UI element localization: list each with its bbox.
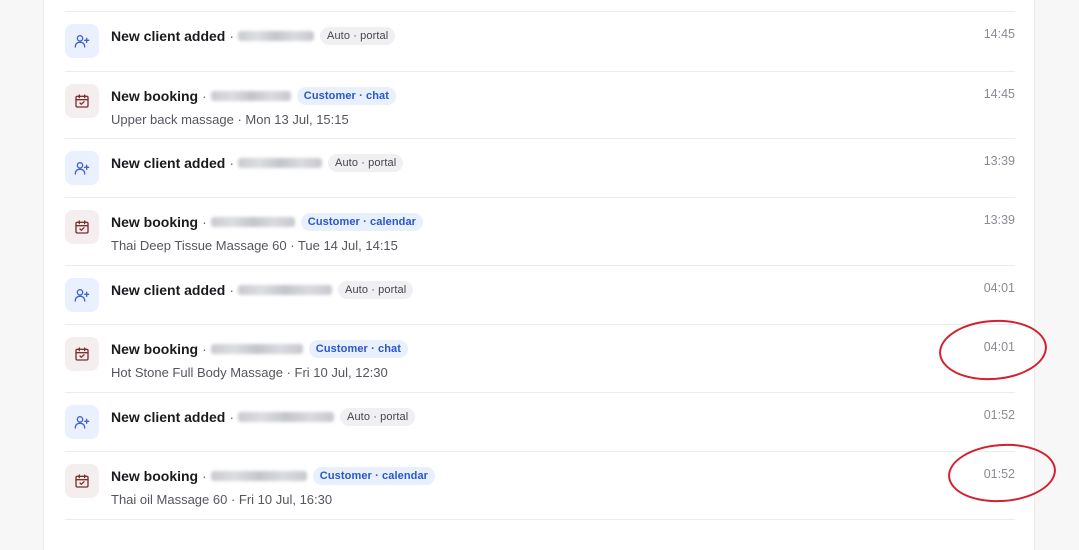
activity-item-client[interactable]: New client added · Auto · portal 01:52 [65,393,1015,451]
user-plus-icon [65,278,99,312]
activity-item-client[interactable]: New client added · Auto · portal 13:39 [65,139,1015,197]
event-title: New booking [111,341,199,357]
activity-item-booking[interactable]: New booking · Customer · calendar Thai o… [65,452,1015,519]
calendar-check-icon [65,464,99,498]
source-badge: Customer · calendar [312,467,436,485]
separator: · [202,341,207,357]
booking-detail: Upper back massage · Mon 13 Jul, 15:15 [111,112,349,127]
activity-item-booking[interactable]: New booking · Customer · chat Hot Stone … [65,325,1015,392]
source-badge: Customer · calendar [300,213,424,231]
user-plus-icon [65,151,99,185]
calendar-check-icon [65,210,99,244]
activity-card: New client added · Auto · portal 14:45 N… [43,0,1035,550]
event-time: 01:52 [983,467,1015,481]
event-time: 14:45 [983,87,1015,101]
source-badge: Auto · portal [340,408,416,426]
activity-item-booking[interactable]: New booking · Customer · calendar Thai D… [65,198,1015,265]
redacted-client-name [238,31,315,41]
separator: · [202,214,207,230]
redacted-client-name [210,91,291,101]
redacted-client-name [238,285,333,295]
event-title: New booking [111,88,199,104]
divider [65,519,1015,520]
event-time: 01:52 [983,408,1015,422]
event-time: 04:01 [983,340,1015,354]
separator: · [229,282,235,298]
event-time: 14:45 [983,27,1015,41]
booking-detail: Hot Stone Full Body Massage · Fri 10 Jul… [111,365,388,380]
source-badge: Auto · portal [328,154,404,172]
activity-item-client[interactable]: New client added · Auto · portal 04:01 [65,266,1015,324]
booking-detail: Thai Deep Tissue Massage 60 · Tue 14 Jul… [111,238,398,253]
activity-item-booking[interactable]: New booking · Customer · chat Upper back… [65,72,1015,138]
user-plus-icon [65,405,99,439]
event-title: New booking [111,468,199,484]
user-plus-icon [65,24,99,58]
redacted-client-name [238,158,323,168]
event-title: New client added [111,409,226,425]
event-time: 13:39 [983,154,1015,168]
event-time: 04:01 [983,281,1015,295]
separator: · [229,155,235,171]
redacted-client-name [210,344,303,354]
event-title: New client added [111,28,226,44]
calendar-check-icon [65,337,99,371]
source-badge: Auto · portal [320,27,396,45]
redacted-client-name [210,471,307,481]
booking-detail: Thai oil Massage 60 · Fri 10 Jul, 16:30 [111,492,333,507]
event-time: 13:39 [983,213,1015,227]
separator: · [229,409,235,425]
source-badge: Auto · portal [338,281,414,299]
separator: · [202,88,207,104]
event-title: New client added [111,155,226,171]
source-badge: Customer · chat [296,87,397,105]
event-title: New booking [111,214,199,230]
source-badge: Customer · chat [308,340,409,358]
activity-item-client[interactable]: New client added · Auto · portal 14:45 [65,12,1015,71]
redacted-client-name [210,217,295,227]
separator: · [229,28,235,44]
event-title: New client added [111,282,226,298]
redacted-client-name [238,412,335,422]
separator: · [202,468,207,484]
calendar-check-icon [65,84,99,118]
